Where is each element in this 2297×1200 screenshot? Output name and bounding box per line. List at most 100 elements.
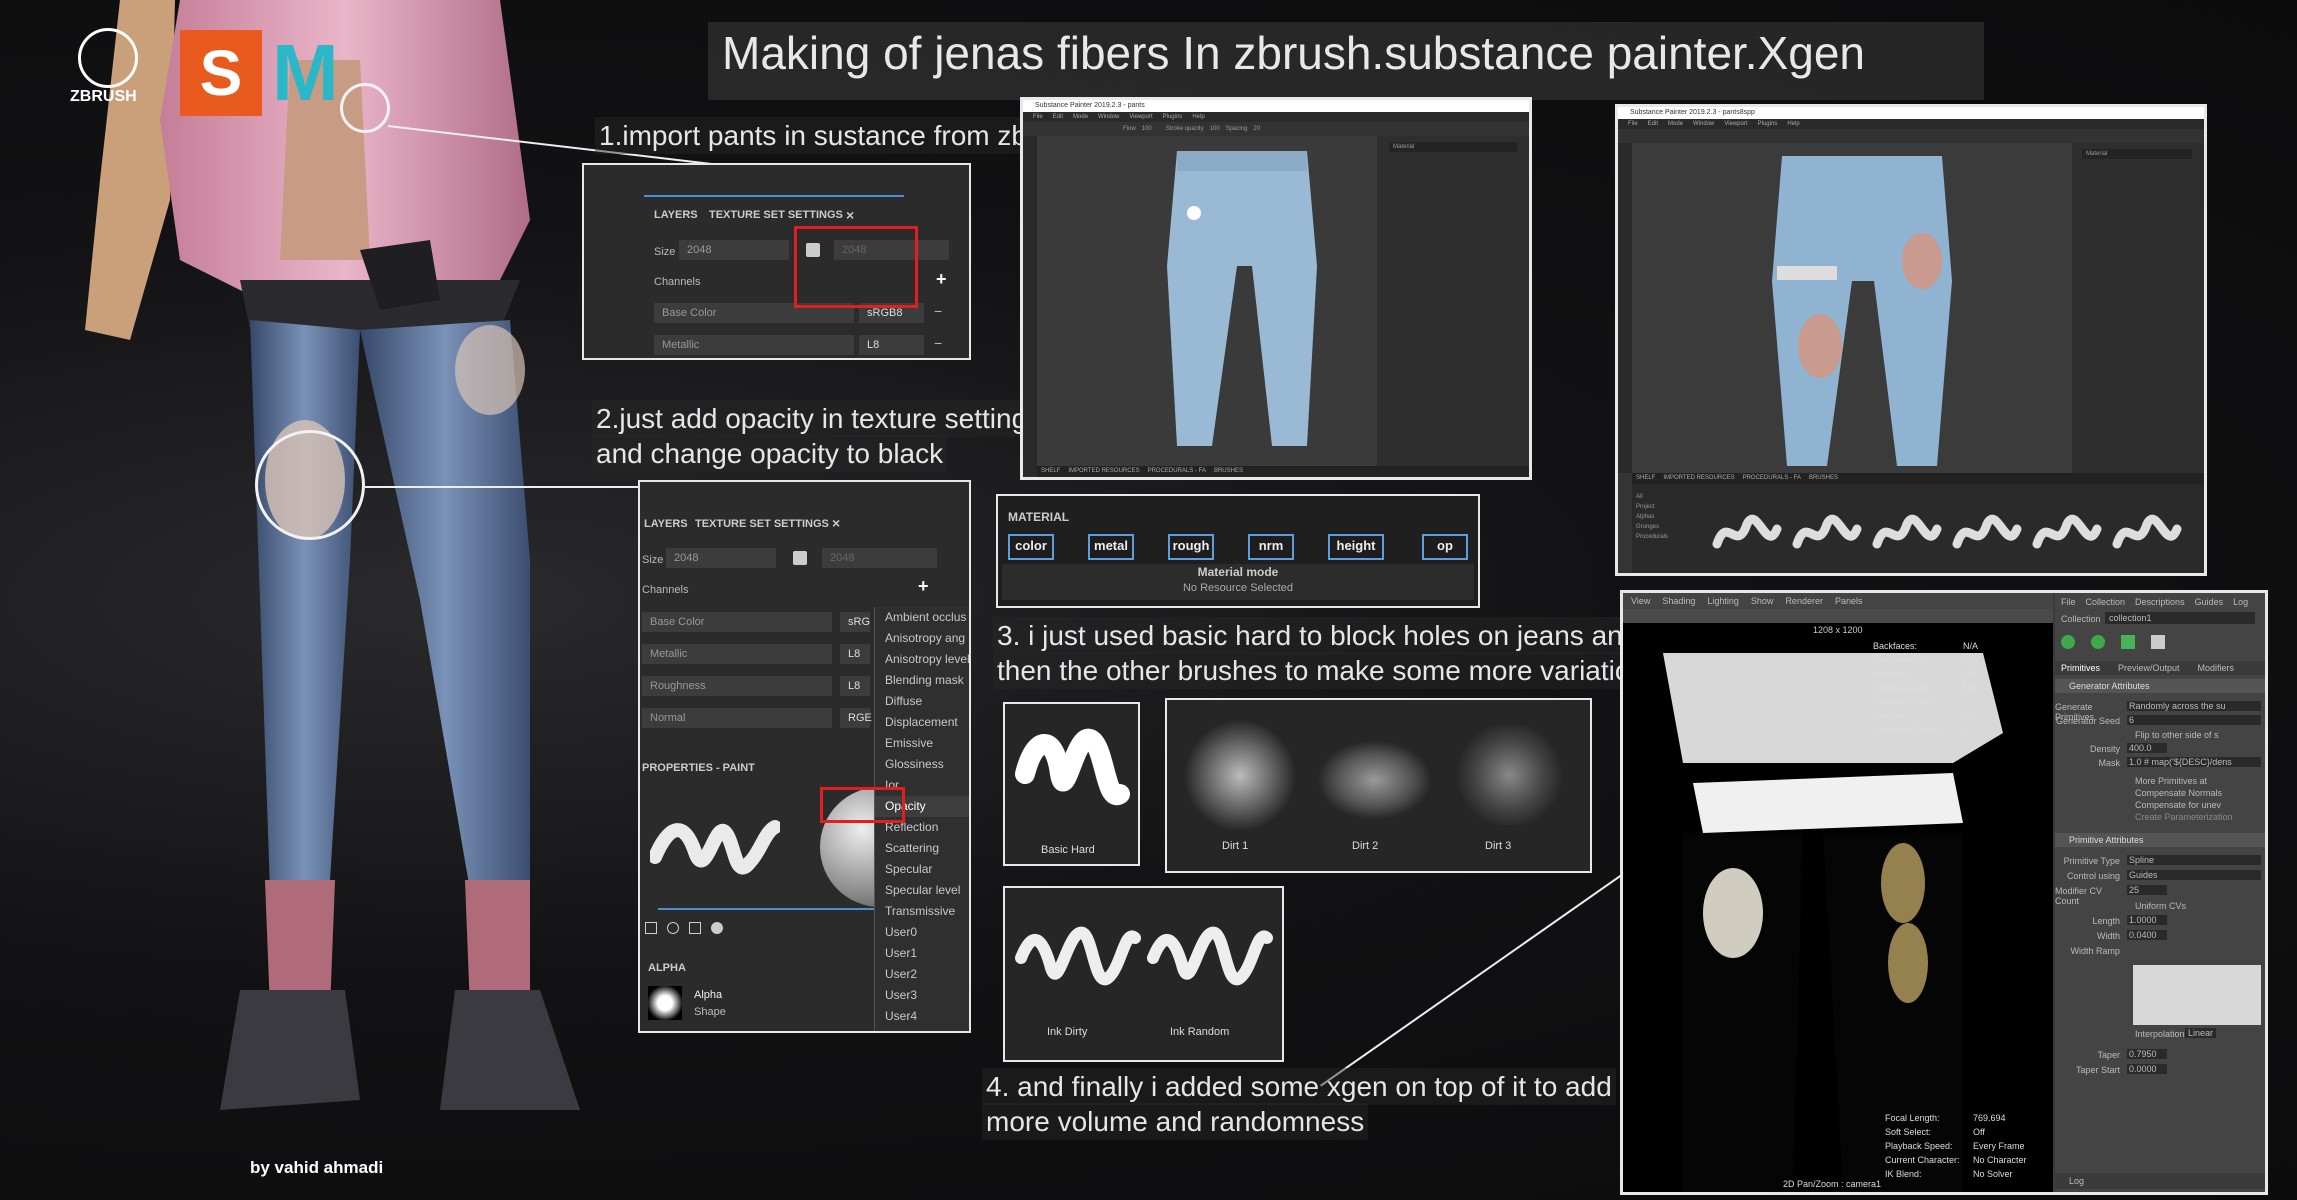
attr-value[interactable]: 25 bbox=[2127, 885, 2167, 895]
channel-menu-item[interactable]: Scattering bbox=[875, 838, 969, 859]
channel-menu-item[interactable]: User4 bbox=[875, 1006, 969, 1027]
grooming-icon[interactable] bbox=[2151, 635, 2165, 649]
brush-tool-icon[interactable] bbox=[645, 922, 657, 934]
brush-basic-hard-preview[interactable] bbox=[1015, 714, 1130, 829]
channel-menu-item[interactable]: User2 bbox=[875, 964, 969, 985]
toolbar-value[interactable]: 100 bbox=[1142, 126, 1152, 132]
channel-menu-item[interactable]: Glossiness bbox=[875, 754, 969, 775]
attr-value[interactable]: 0.0400 bbox=[2127, 930, 2167, 940]
menu-item[interactable]: View bbox=[1631, 596, 1650, 606]
menu-item[interactable]: Show bbox=[1751, 596, 1774, 606]
close-icon[interactable]: × bbox=[846, 207, 854, 223]
attr-checkbox[interactable]: Compensate Normals bbox=[2135, 787, 2233, 799]
viewport[interactable] bbox=[1632, 143, 2072, 473]
attr-checkbox[interactable]: Flip to other side of s bbox=[2135, 730, 2219, 740]
attr-checkbox[interactable]: Compensate for unev bbox=[2135, 799, 2233, 811]
maya-viewport[interactable]: 1208 x 1200 Backfaces: N/A Smoothness: N/A… bbox=[1623, 623, 2053, 1192]
metal-channel-button[interactable]: metal bbox=[1088, 534, 1134, 560]
menu-item[interactable]: Lighting bbox=[1707, 596, 1739, 606]
shelf-tab[interactable]: IMPORTED RESOURCES bbox=[1663, 475, 1734, 481]
shelf-category[interactable]: Project bbox=[1636, 502, 1668, 512]
material-tool-icon[interactable] bbox=[711, 922, 723, 934]
attr-value[interactable]: Randomly across the su bbox=[2127, 701, 2261, 711]
brush-dirt3-preview[interactable] bbox=[1452, 725, 1567, 825]
channel-menu-item[interactable]: Emissive bbox=[875, 733, 969, 754]
size-select[interactable]: 2048 bbox=[666, 548, 776, 568]
menu-item[interactable]: Plugins bbox=[1758, 121, 1778, 127]
interpolation-select[interactable]: Linear bbox=[2185, 1028, 2217, 1038]
shelf-tab[interactable]: BRUSHES bbox=[1214, 468, 1243, 474]
menu-item[interactable]: Edit bbox=[1053, 114, 1063, 120]
brush-dirt1-preview[interactable] bbox=[1185, 718, 1295, 833]
tab-modifiers[interactable]: Modifiers bbox=[2198, 663, 2235, 673]
tab-layers[interactable]: LAYERS bbox=[644, 518, 688, 530]
channel-menu-item[interactable]: Anisotropy level bbox=[875, 649, 969, 670]
log-panel-header[interactable]: Log bbox=[2055, 1173, 2265, 1189]
menu-item[interactable]: Help bbox=[1192, 114, 1204, 120]
shelf-tab[interactable]: SHELF bbox=[1636, 475, 1655, 481]
channel-menu-item[interactable]: User3 bbox=[875, 985, 969, 1006]
attr-checkbox[interactable]: More Primitives at bbox=[2135, 775, 2233, 787]
tab-preview-output[interactable]: Preview/Output bbox=[2118, 663, 2180, 673]
shelf-tab[interactable]: PROCEDURALS - FA bbox=[1743, 475, 1801, 481]
nrm-channel-button[interactable]: nrm bbox=[1248, 534, 1294, 560]
shelf-brush-strokes[interactable] bbox=[1712, 504, 2192, 564]
attr-value[interactable]: Spline bbox=[2127, 855, 2261, 865]
lock-icon[interactable] bbox=[793, 551, 807, 565]
add-description-icon[interactable] bbox=[2061, 635, 2075, 649]
attr-value[interactable]: 1.0 # map('${DESC}/dens bbox=[2127, 757, 2261, 767]
channel-menu-item[interactable]: Displacement bbox=[875, 712, 969, 733]
channel-menu-item[interactable]: Transmissive bbox=[875, 901, 969, 922]
channel-menu-item[interactable]: Specular bbox=[875, 859, 969, 880]
tab-primitives[interactable]: Primitives bbox=[2061, 663, 2100, 673]
channel-menu-item[interactable]: Blending mask bbox=[875, 670, 969, 691]
shelf-category[interactable]: Grunges bbox=[1636, 522, 1668, 532]
alpha-thumbnail[interactable] bbox=[648, 986, 682, 1020]
remove-channel-button[interactable]: − bbox=[934, 303, 942, 319]
menu-item[interactable]: Viewport bbox=[1724, 121, 1747, 127]
menu-item[interactable]: Mode bbox=[1668, 121, 1683, 127]
width-ramp-graph[interactable] bbox=[2133, 965, 2261, 1025]
menu-item[interactable]: Renderer bbox=[1785, 596, 1823, 606]
generator-attributes-header[interactable]: Generator Attributes bbox=[2055, 679, 2265, 693]
menu-item[interactable]: Guides bbox=[2195, 597, 2224, 607]
add-channel-button[interactable]: + bbox=[918, 576, 929, 597]
channel-menu-item[interactable]: User1 bbox=[875, 943, 969, 964]
menu-item[interactable]: Descriptions bbox=[2135, 597, 2185, 607]
menu-item[interactable]: File bbox=[2061, 597, 2076, 607]
menu-item[interactable]: Log bbox=[2233, 597, 2248, 607]
remove-channel-button[interactable]: − bbox=[934, 335, 942, 351]
tab-texture-set-settings[interactable]: TEXTURE SET SETTINGS bbox=[709, 209, 843, 221]
attr-checkbox[interactable]: Uniform CVs bbox=[2135, 901, 2186, 911]
attr-value[interactable]: 0.0000 bbox=[2127, 1064, 2167, 1074]
modifier-icon[interactable] bbox=[2121, 635, 2135, 649]
size-select[interactable]: 2048 bbox=[679, 240, 789, 260]
attr-button[interactable]: Create Parameterization bbox=[2135, 811, 2233, 823]
menu-item[interactable]: File bbox=[1033, 114, 1043, 120]
menu-item[interactable]: Shading bbox=[1662, 596, 1695, 606]
brush-ink-dirty-preview[interactable] bbox=[1013, 908, 1143, 1008]
size-field-locked[interactable]: 2048 bbox=[822, 548, 937, 568]
tab-texture-set-settings[interactable]: TEXTURE SET SETTINGS bbox=[695, 518, 829, 530]
attr-value[interactable]: 6 bbox=[2127, 715, 2261, 725]
channel-format-select[interactable]: L8 bbox=[859, 335, 924, 355]
tab-layers[interactable]: LAYERS bbox=[654, 209, 698, 221]
channel-format-select[interactable]: sRG bbox=[840, 612, 870, 632]
menu-item[interactable]: Edit bbox=[1648, 121, 1658, 127]
stencil-tool-icon[interactable] bbox=[689, 922, 701, 934]
toolbar-value[interactable]: 100 bbox=[1210, 126, 1220, 132]
shelf-tab[interactable]: BRUSHES bbox=[1809, 475, 1838, 481]
shelf-tab[interactable]: IMPORTED RESOURCES bbox=[1068, 468, 1139, 474]
attr-value[interactable]: Guides bbox=[2127, 870, 2261, 880]
rough-channel-button[interactable]: rough bbox=[1168, 534, 1214, 560]
color-channel-button[interactable]: color bbox=[1008, 534, 1054, 560]
alpha-tool-icon[interactable] bbox=[667, 922, 679, 934]
menu-item[interactable]: Plugins bbox=[1163, 114, 1183, 120]
material-select[interactable]: Material bbox=[2082, 149, 2192, 159]
add-channel-button[interactable]: + bbox=[936, 269, 947, 290]
menu-item[interactable]: Help bbox=[1787, 121, 1799, 127]
brush-ink-random-preview[interactable] bbox=[1145, 908, 1275, 1008]
shelf-category[interactable]: Alphas bbox=[1636, 512, 1668, 522]
height-channel-button[interactable]: height bbox=[1328, 534, 1384, 560]
channel-menu-item[interactable]: User0 bbox=[875, 922, 969, 943]
